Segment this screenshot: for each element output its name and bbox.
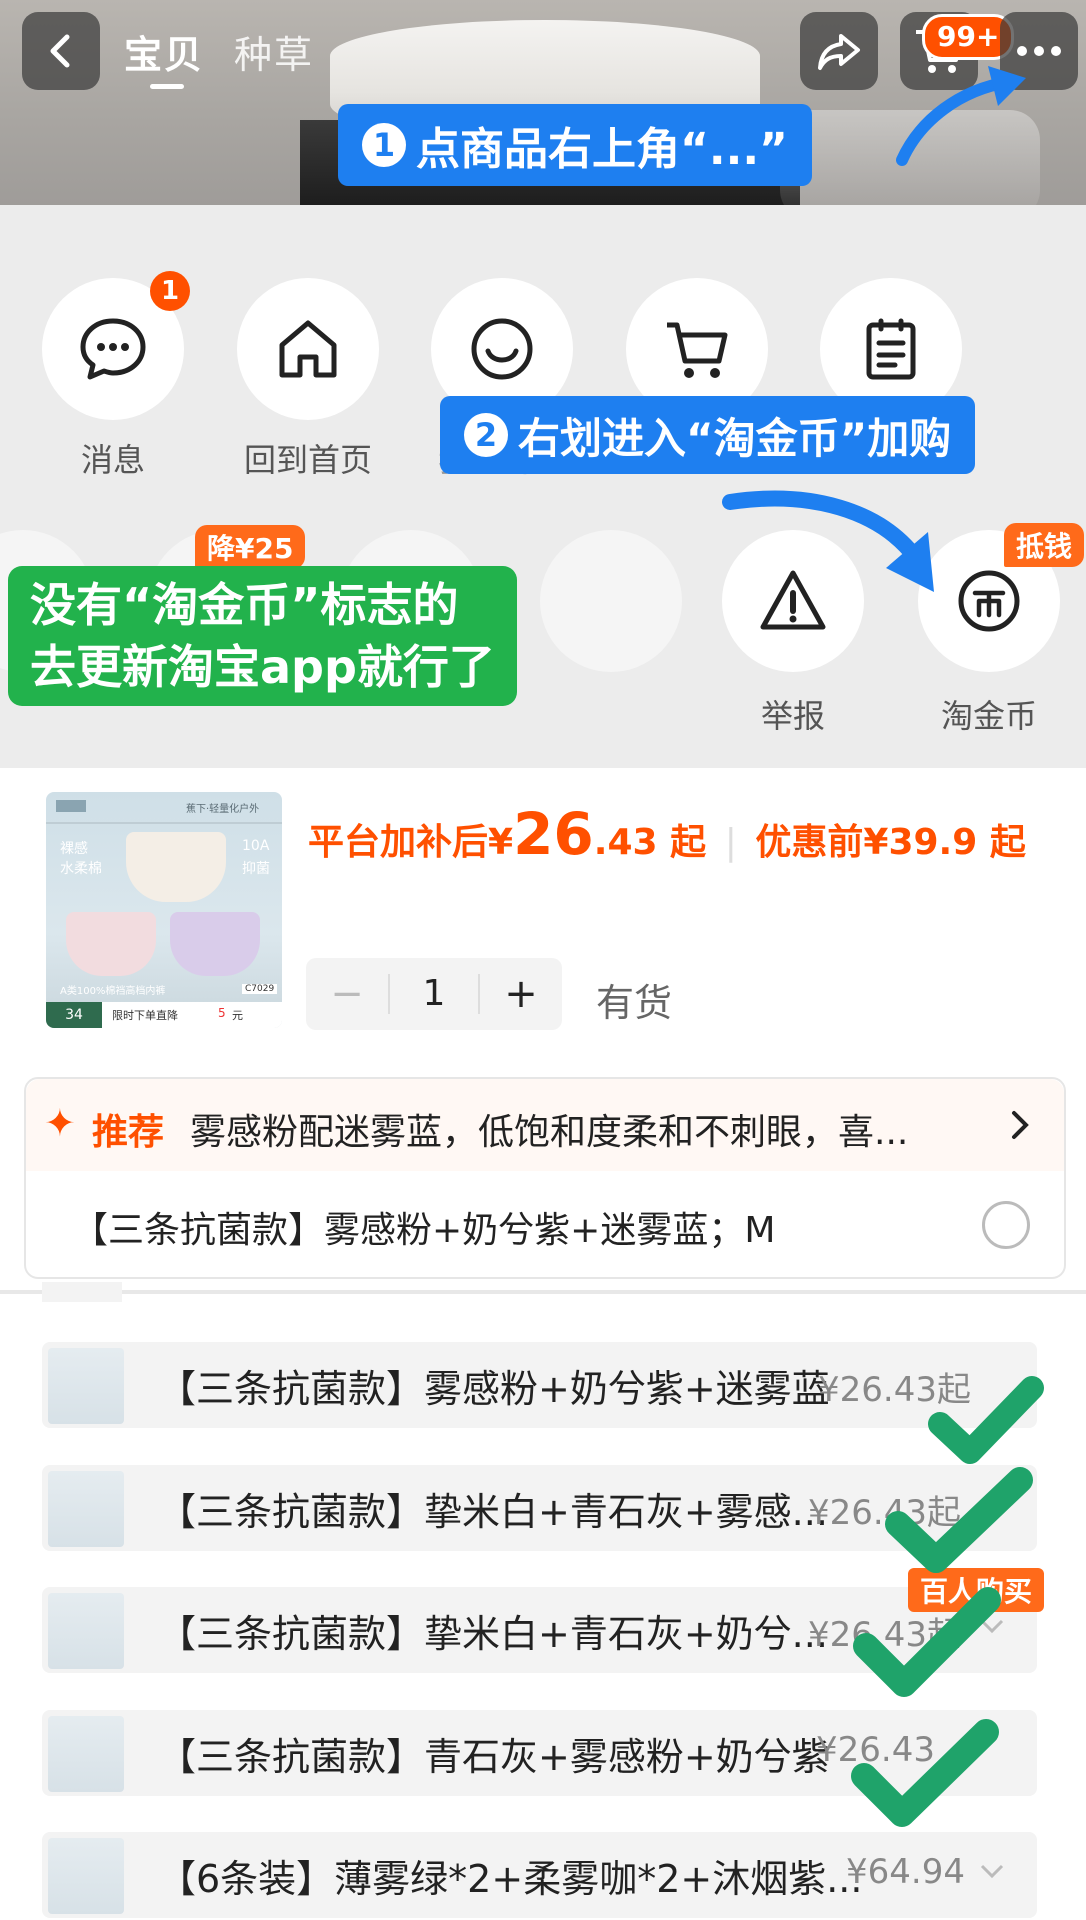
- taojinbi-label: 淘金币: [940, 697, 1037, 735]
- chevron-down-icon: [980, 1864, 1004, 1879]
- sku-name: 【三条抗菌款】挚米白+青石灰+奶兮...: [158, 1612, 828, 1656]
- checkmark-icon: [851, 1719, 999, 1827]
- stock-status: 有货: [596, 981, 673, 1025]
- step1-arrow: [896, 66, 1026, 166]
- back-button[interactable]: [22, 12, 100, 90]
- home-icon: [279, 320, 337, 378]
- deduct-tag: 抵钱: [1004, 523, 1085, 567]
- home-label: 回到首页: [243, 441, 372, 479]
- sku-thumbnail: [48, 1348, 124, 1424]
- price-line: 平台加补后¥26.43 起 | 优惠前¥39.9 起: [308, 800, 1026, 868]
- price-prefix: 平台加补后: [308, 822, 489, 863]
- sku-option-row[interactable]: 【6条装】薄雾绿*2+柔雾咖*2+沐烟紫... ¥64.94: [42, 1832, 1037, 1918]
- cut-row-fragment: [42, 1282, 122, 1302]
- message-count-badge: 1: [150, 271, 190, 311]
- taojinbi-icon: [958, 570, 1020, 632]
- share-icon: [818, 34, 860, 70]
- step2-arrow: [722, 490, 934, 592]
- sku-name: 【6条装】薄雾绿*2+柔雾咖*2+沐烟紫...: [158, 1857, 863, 1901]
- thumb-garment-2: [66, 912, 156, 976]
- sku-thumbnail: [48, 1593, 124, 1669]
- step2-callout: 2 右划进入“淘金币”加购: [440, 396, 976, 474]
- thumb-text-3: 10A: [242, 838, 270, 854]
- cart-icon: [667, 322, 728, 378]
- tab-product[interactable]: 宝贝: [124, 24, 204, 79]
- smile-icon: [471, 318, 533, 380]
- report-label: 举报: [760, 697, 825, 735]
- chevron-left-icon: [50, 34, 70, 68]
- sku-price: ¥64.94: [846, 1852, 965, 1892]
- checkmark-icon: [928, 1376, 1044, 1464]
- tab-grass[interactable]: 种草: [234, 24, 314, 79]
- update-note-line2: 去更新淘宝app就行了: [30, 640, 495, 694]
- recommendation-row[interactable]: ✦ 推荐 雾感粉配迷雾蓝，低饱和度柔和不刺眼，喜...: [26, 1079, 1064, 1171]
- thumb-bottom-text: A类100%棉裆高档内裤: [60, 986, 166, 997]
- thumb-promo-unit: 元: [232, 1009, 243, 1022]
- update-app-note: 没有“淘金币”标志的 去更新淘宝app就行了: [8, 566, 517, 706]
- option-radio[interactable]: [982, 1201, 1030, 1249]
- quantity-stepper[interactable]: − 1 +: [306, 958, 562, 1030]
- price-currency: ¥: [488, 822, 514, 863]
- step1-number: 1: [362, 123, 406, 167]
- qty-minus-button[interactable]: −: [306, 958, 388, 1030]
- qty-value[interactable]: 1: [390, 958, 478, 1030]
- price-suffix: 起: [670, 822, 707, 863]
- sku-thumbnail: [48, 1471, 124, 1547]
- checkmark-icon: [885, 1467, 1033, 1573]
- brand-logo: [56, 800, 86, 812]
- recommendation-card: ✦ 推荐 雾感粉配迷雾蓝，低饱和度柔和不刺眼，喜... 【三条抗菌款】雾感粉+奶…: [24, 1077, 1066, 1279]
- thumb-garment-1: [126, 832, 226, 902]
- selected-option-text: 【三条抗菌款】雾感粉+奶兮紫+迷雾蓝；M: [72, 1210, 776, 1251]
- recommend-label: 推荐: [92, 1112, 165, 1153]
- home-button[interactable]: [237, 278, 379, 420]
- chevron-right-icon: [1012, 1111, 1029, 1139]
- price-separator: |: [724, 822, 737, 863]
- step2-number: 2: [464, 413, 508, 457]
- thumb-text-2: 水柔棉: [60, 861, 102, 877]
- step1-text: 点商品右上角“...”: [416, 124, 788, 175]
- thumb-promo-bar: 34 限时下单直降 5 元: [46, 1002, 282, 1028]
- thumb-text-1: 裸感: [60, 841, 88, 857]
- share-button[interactable]: [800, 12, 878, 90]
- message-label: 消息: [80, 441, 145, 479]
- thumb-promo-num: 5: [218, 1006, 226, 1020]
- orig-suffix: 起: [989, 822, 1026, 863]
- sku-name: 【三条抗菌款】青石灰+雾感粉+奶兮紫: [158, 1735, 830, 1779]
- sku-option-row[interactable]: 【三条抗菌款】雾感粉+奶兮紫+迷雾蓝 ¥26.43起: [42, 1342, 1037, 1428]
- screenshot-cut-divider: [0, 1290, 1086, 1294]
- sku-thumbnail: [48, 1716, 124, 1792]
- thumb-promo: 限时下单直降: [112, 1009, 178, 1022]
- recommend-text: 雾感粉配迷雾蓝，低饱和度柔和不刺眼，喜...: [190, 1112, 909, 1153]
- thumb-text-4: 抑菌: [242, 861, 270, 877]
- price-integer: 26: [513, 800, 594, 868]
- update-note-line1: 没有“淘金币”标志的: [30, 578, 459, 632]
- price-decimal: .43: [593, 822, 658, 863]
- sku-name: 【三条抗菌款】挚米白+青石灰+雾感...: [158, 1490, 828, 1534]
- sparkle-icon: ✦: [44, 1101, 76, 1145]
- orig-label: 优惠前: [755, 822, 864, 863]
- thumb-garment-3: [170, 912, 260, 976]
- step2-text: 右划进入“淘金币”加购: [518, 413, 952, 463]
- orig-price: ¥39.9: [863, 822, 978, 863]
- thumb-code: C7029: [242, 984, 278, 994]
- discount-tag: 降¥25: [195, 525, 306, 569]
- checkmark-icon: [853, 1587, 1001, 1697]
- thumb-clothesline: [46, 822, 282, 824]
- active-tab-indicator: [150, 84, 184, 89]
- qty-plus-button[interactable]: +: [480, 958, 562, 1030]
- sku-name: 【三条抗菌款】雾感粉+奶兮紫+迷雾蓝: [158, 1367, 830, 1411]
- product-thumbnail[interactable]: 蕉下·轻量化户外 裸感 水柔棉 10A 抑菌 A类100%棉裆高档内裤 C702…: [46, 792, 282, 1028]
- message-icon: [80, 318, 146, 380]
- thumb-price: 34: [46, 1002, 102, 1028]
- step1-callout: 1 点商品右上角“...”: [338, 104, 812, 186]
- sheet-item-hidden-4[interactable]: [540, 530, 682, 672]
- order-icon: [866, 318, 916, 380]
- more-dots-icon: [1017, 46, 1061, 56]
- thumb-brand: 蕉下·轻量化户外: [186, 804, 260, 815]
- sku-thumbnail: [48, 1838, 124, 1914]
